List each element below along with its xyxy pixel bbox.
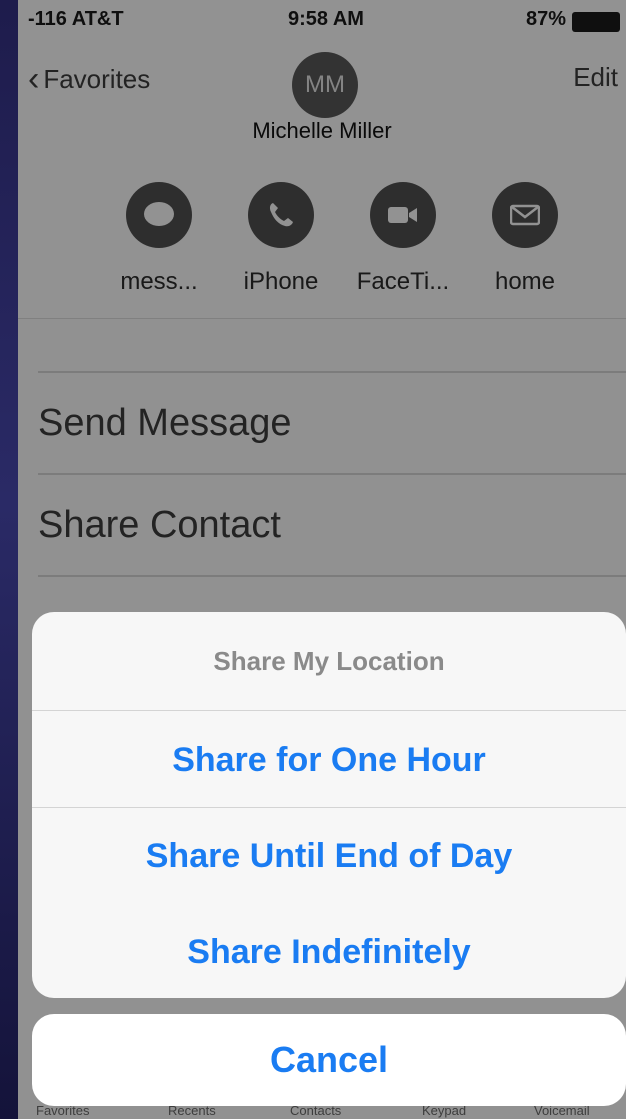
phone-screen: -116 AT&T 9:58 AM 87% ‹ Favorites MM Edit… <box>18 0 626 1119</box>
share-end-of-day-button[interactable]: Share Until End of Day <box>32 808 626 904</box>
action-sheet: Share My Location Share for One Hour Sha… <box>32 612 626 998</box>
action-sheet-title: Share My Location <box>32 612 626 711</box>
device-frame <box>0 0 18 1119</box>
share-one-hour-button[interactable]: Share for One Hour <box>32 712 626 808</box>
cancel-button[interactable]: Cancel <box>32 1014 626 1106</box>
share-indefinitely-button[interactable]: Share Indefinitely <box>32 904 626 998</box>
